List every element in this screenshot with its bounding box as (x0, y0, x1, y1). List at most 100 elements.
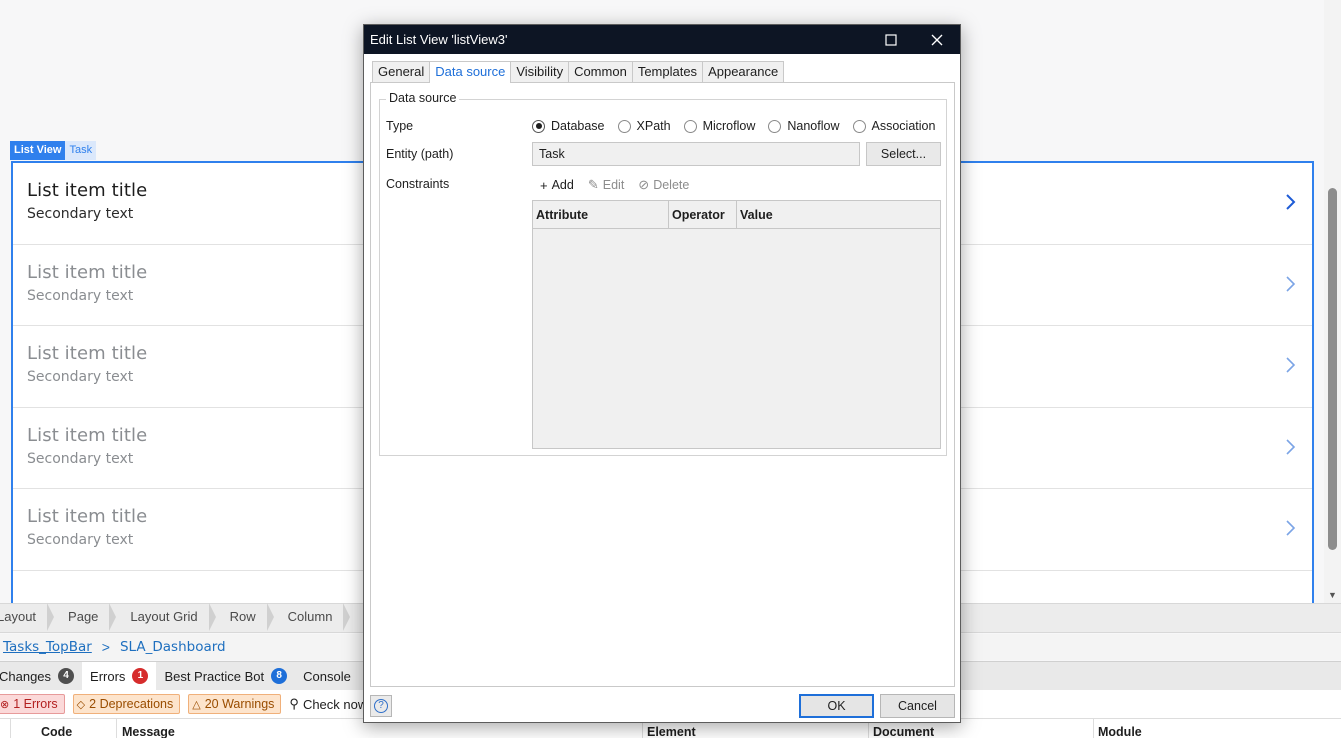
error-icon: ⊗ (0, 698, 10, 711)
column-divider[interactable] (1093, 719, 1094, 738)
add-constraint-button[interactable]: + Add (540, 178, 574, 193)
deprecation-icon: ◇ (76, 698, 86, 711)
maximize-icon (885, 33, 897, 46)
tab-label: Errors (90, 668, 126, 684)
scrollbar-thumb[interactable] (1328, 188, 1337, 550)
radio-label: Microflow (702, 119, 756, 133)
delete-constraint-button[interactable]: ⊘ Delete (638, 177, 689, 193)
warnings-filter-toggle[interactable]: △ 20 Warnings (188, 694, 282, 714)
edit-list-view-dialog: Edit List View 'listView3' General Data … (363, 24, 961, 723)
help-button[interactable]: ? (370, 695, 392, 717)
column-divider[interactable] (10, 719, 11, 738)
plus-icon: + (540, 177, 548, 193)
pencil-icon: ✎ (587, 177, 599, 192)
column-header-operator[interactable]: Operator (669, 201, 737, 228)
breadcrumb-item[interactable]: Layout Grid (116, 603, 216, 633)
deprecations-filter-toggle[interactable]: ◇ 2 Deprecations (72, 694, 181, 714)
warning-icon: △ (192, 698, 201, 711)
search-icon: ⚲ (289, 696, 299, 711)
entity-path-field[interactable]: Task (532, 142, 860, 166)
constraints-label: Constraints (386, 177, 450, 191)
chevron-right-icon (1284, 518, 1298, 538)
column-header-module[interactable]: Module (1098, 725, 1142, 738)
dialog-title: Edit List View 'listView3' (370, 32, 508, 47)
tab-templates[interactable]: Templates (631, 61, 704, 82)
tab-appearance[interactable]: Appearance (702, 61, 785, 82)
radio-database[interactable]: Database (532, 119, 605, 133)
constraints-toolbar: + Add ✎ Edit ⊘ Delete (540, 177, 703, 193)
radio-label: XPath (636, 119, 671, 133)
deprecations-filter-label: 2 Deprecations (89, 697, 174, 711)
entity-tag[interactable]: Task (65, 141, 97, 160)
radio-xpath[interactable]: XPath (617, 119, 671, 133)
constraints-table-header: Attribute Operator Value (533, 201, 940, 229)
select-entity-button[interactable]: Select... (866, 142, 941, 166)
tab-label: Best Practice Bot (164, 668, 265, 684)
tab-label: Console (303, 668, 351, 684)
radio-label: Association (871, 119, 936, 133)
add-label: Add (551, 178, 574, 192)
count-badge: 4 (58, 668, 75, 684)
tab-common[interactable]: Common (568, 61, 633, 82)
column-header-element[interactable]: Element (647, 725, 696, 738)
check-now-label: Check now (302, 696, 368, 712)
edit-constraint-button[interactable]: ✎ Edit (588, 177, 624, 193)
column-header-message[interactable]: Message (122, 725, 175, 738)
tab-visibility[interactable]: Visibility (510, 61, 570, 82)
check-now-button[interactable]: ⚲ Check now (289, 696, 367, 712)
document-current[interactable]: SLA_Dashboard (120, 639, 226, 655)
warnings-filter-label: 20 Warnings (204, 697, 275, 711)
data-source-group: Data source Type Database XPath Microflo… (379, 91, 948, 456)
tab-console[interactable]: Console (295, 662, 359, 691)
radio-button[interactable] (683, 119, 697, 133)
breadcrumb-item[interactable]: Column (274, 603, 351, 633)
dialog-tabs: General Data source Visibility Common Te… (372, 61, 785, 83)
breadcrumb-item[interactable]: Layout (0, 603, 55, 633)
ok-button[interactable]: OK (799, 694, 874, 718)
help-icon: ? (374, 699, 388, 713)
tab-best-practice-bot[interactable]: Best Practice Bot 8 (156, 662, 295, 691)
breadcrumb-item[interactable]: Page (54, 603, 117, 633)
column-divider[interactable] (116, 719, 117, 738)
radio-button[interactable] (768, 119, 782, 133)
close-icon (931, 34, 943, 45)
listview-tags: List View Task (10, 141, 97, 160)
close-button[interactable] (914, 25, 960, 54)
column-header-document[interactable]: Document (873, 725, 934, 738)
listview-tag[interactable]: List View (10, 141, 66, 160)
count-badge: 8 (271, 668, 288, 684)
tab-data-source[interactable]: Data source (429, 61, 512, 83)
radio-button[interactable] (617, 119, 631, 133)
chevron-right-icon (1284, 437, 1298, 457)
entity-label: Entity (path) (386, 147, 454, 161)
tab-general[interactable]: General (372, 61, 431, 82)
document-link-parent[interactable]: Tasks_TopBar (3, 639, 92, 655)
chevron-right-icon (1284, 192, 1298, 212)
count-badge: 1 (132, 668, 149, 684)
constraints-table[interactable]: Attribute Operator Value (532, 200, 941, 449)
column-header-attribute[interactable]: Attribute (533, 201, 669, 228)
errors-filter-toggle[interactable]: ⊗ 1 Errors (0, 694, 65, 714)
type-radio-group: Database XPath Microflow Nanoflow Associ… (532, 119, 948, 133)
radio-label: Database (551, 119, 605, 133)
radio-button[interactable] (532, 119, 545, 133)
tab-changes[interactable]: Changes 4 (0, 662, 82, 691)
cancel-button[interactable]: Cancel (880, 694, 955, 718)
column-header-value[interactable]: Value (737, 201, 776, 228)
radio-association[interactable]: Association (852, 119, 936, 133)
breadcrumb-item[interactable]: Row (216, 603, 274, 633)
vertical-scrollbar[interactable]: ▼ (1324, 0, 1341, 603)
type-label: Type (386, 119, 414, 133)
chevron-right-icon (1284, 274, 1298, 294)
column-header-code[interactable]: Code (41, 725, 72, 738)
radio-label: Nanoflow (787, 119, 840, 133)
tab-errors[interactable]: Errors 1 (82, 661, 157, 691)
errors-filter-label: 1 Errors (13, 697, 58, 711)
radio-button[interactable] (852, 119, 866, 133)
edit-label: Edit (602, 178, 625, 192)
radio-microflow[interactable]: Microflow (683, 119, 756, 133)
dialog-titlebar[interactable]: Edit List View 'listView3' (364, 25, 960, 54)
radio-nanoflow[interactable]: Nanoflow (768, 119, 840, 133)
scroll-down-arrow-icon[interactable]: ▼ (1328, 590, 1337, 600)
maximize-button[interactable] (868, 25, 914, 54)
